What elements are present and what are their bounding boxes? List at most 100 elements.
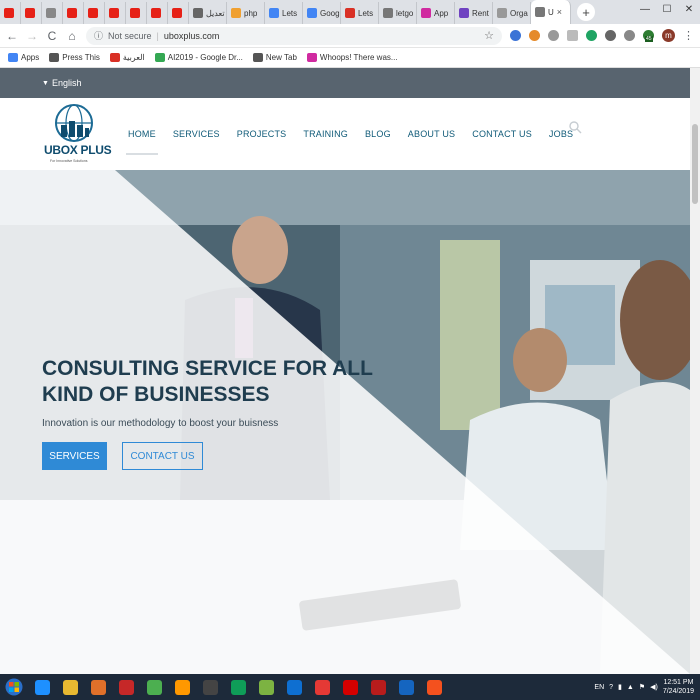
browser-tab[interactable]: U × xyxy=(531,0,571,24)
nav-item-about-us[interactable]: ABOUT US xyxy=(408,123,455,145)
taskbar-opera-button[interactable] xyxy=(336,675,364,699)
taskbar-chrome-button[interactable] xyxy=(140,675,168,699)
browser-tab[interactable] xyxy=(42,2,63,24)
extension-blue-icon[interactable] xyxy=(510,30,521,41)
url-text[interactable]: uboxplus.com xyxy=(164,31,220,41)
tab-close-icon[interactable]: × xyxy=(557,7,562,17)
extension-v-icon[interactable] xyxy=(548,30,559,41)
tab-favicon-icon xyxy=(25,8,35,18)
browser-tab[interactable] xyxy=(147,2,168,24)
system-tray: EN ? ▮ ▲ ⚑ ◀) 12:51 PM 7/24/2019 xyxy=(594,674,700,700)
forward-button[interactable]: → xyxy=(26,29,38,43)
bookmark-item[interactable]: Apps xyxy=(8,53,39,62)
logo-text: UBOX PLUS xyxy=(44,143,112,157)
taskbar-anydesk-button[interactable] xyxy=(308,675,336,699)
bookmark-item[interactable]: New Tab xyxy=(252,53,297,62)
taskbar-terminal-button[interactable] xyxy=(196,675,224,699)
services-button[interactable]: SERVICES xyxy=(42,442,107,470)
extension-green-icon[interactable] xyxy=(586,30,597,41)
bookmark-item[interactable]: Whoops! There was... xyxy=(306,53,398,62)
tab-favicon-icon xyxy=(535,7,545,17)
browser-tab[interactable] xyxy=(0,2,21,24)
extension-circle-icon[interactable] xyxy=(605,30,616,41)
extension-badge-icon[interactable]: 45 xyxy=(643,30,654,42)
back-button[interactable]: ← xyxy=(6,29,18,43)
taskbar-explorer-button[interactable] xyxy=(56,675,84,699)
tab-favicon-icon xyxy=(383,8,393,18)
scrollbar-thumb[interactable] xyxy=(692,124,698,204)
language-indicator[interactable]: EN xyxy=(594,684,604,691)
bookmark-item[interactable]: العربية xyxy=(109,53,145,62)
profile-avatar[interactable]: m xyxy=(662,29,675,42)
hero-subtitle: Innovation is our methodology to boost y… xyxy=(42,418,279,429)
contact-us-button[interactable]: CONTACT US xyxy=(122,442,203,470)
taskbar-android-button[interactable] xyxy=(252,675,280,699)
browser-tab[interactable]: letgo xyxy=(379,2,417,24)
maximize-button[interactable]: ☐ xyxy=(656,0,678,18)
extension-orange-icon[interactable] xyxy=(529,30,540,41)
browser-tab[interactable]: تعديل xyxy=(189,2,227,24)
help-icon[interactable]: ? xyxy=(609,684,613,691)
browser-tab[interactable] xyxy=(84,2,105,24)
tab-favicon-icon xyxy=(151,8,161,18)
taskbar-media-button[interactable] xyxy=(84,675,112,699)
minimize-button[interactable]: — xyxy=(634,0,656,18)
nav-item-home[interactable]: HOME xyxy=(126,123,158,155)
browser-tab[interactable]: Orga xyxy=(493,2,531,24)
taskbar-swift-button[interactable] xyxy=(420,675,448,699)
logo-tagline: For Innovative Solutions xyxy=(50,159,88,163)
browser-tab[interactable] xyxy=(21,2,42,24)
browser-tab[interactable] xyxy=(126,2,147,24)
nav-item-training[interactable]: TRAINING xyxy=(303,123,348,145)
site-logo[interactable]: UBOX PLUS For Innovative Solutions xyxy=(44,103,112,165)
bookmark-item[interactable]: Press This xyxy=(49,53,100,62)
flag-icon[interactable]: ⚑ xyxy=(639,683,645,691)
bookmark-label: Whoops! There was... xyxy=(319,53,398,62)
browser-tab[interactable] xyxy=(105,2,126,24)
extension-grid-icon[interactable] xyxy=(567,30,578,41)
system-clock[interactable]: 12:51 PM 7/24/2019 xyxy=(663,678,694,696)
bookmark-star-icon[interactable]: ☆ xyxy=(484,29,494,42)
page-scrollbar[interactable] xyxy=(690,68,700,674)
bookmark-favicon-icon xyxy=(154,53,165,62)
taskbar-zynga-button[interactable] xyxy=(112,675,140,699)
taskbar-ie-button[interactable] xyxy=(28,675,56,699)
browser-tab[interactable]: php xyxy=(227,2,265,24)
taskbar-hangouts-button[interactable] xyxy=(224,675,252,699)
tab-title: Rent xyxy=(472,8,489,18)
close-window-button[interactable]: ✕ xyxy=(678,0,700,18)
nav-item-contact-us[interactable]: CONTACT US xyxy=(472,123,532,145)
tray-expand-icon[interactable]: ▲ xyxy=(627,684,634,691)
hero-banner: CONSULTING SERVICE FOR ALL KIND OF BUSIN… xyxy=(0,170,690,674)
search-icon[interactable] xyxy=(568,120,582,134)
taskbar-filezilla-button[interactable] xyxy=(364,675,392,699)
browser-tab[interactable]: Rent xyxy=(455,2,493,24)
bookmark-item[interactable]: AI2019 - Google Dr... xyxy=(154,53,243,62)
network-icon[interactable]: ▮ xyxy=(618,683,622,691)
info-icon[interactable]: ⓘ xyxy=(94,29,103,42)
browser-tab[interactable]: Goog xyxy=(303,2,341,24)
main-nav: HOME SERVICES PROJECTS TRAINING BLOG ABOUT US… xyxy=(126,98,573,170)
language-selector[interactable]: English xyxy=(52,78,82,88)
nav-item-projects[interactable]: PROJECTS xyxy=(237,123,287,145)
home-button[interactable]: ⌂ xyxy=(66,29,78,43)
tab-title: U xyxy=(548,7,554,17)
new-tab-button[interactable]: + xyxy=(577,3,595,21)
nav-item-blog[interactable]: BLOG xyxy=(365,123,391,145)
start-button[interactable] xyxy=(0,674,28,700)
volume-icon[interactable]: ◀) xyxy=(650,683,658,691)
taskbar-teamviewer-button[interactable] xyxy=(280,675,308,699)
menu-icon[interactable]: ⋮ xyxy=(683,29,694,42)
browser-tab[interactable]: App xyxy=(417,2,455,24)
extension-shield-icon[interactable] xyxy=(624,30,635,41)
browser-tab[interactable] xyxy=(63,2,84,24)
browser-tab[interactable]: Lets xyxy=(341,2,379,24)
nav-item-services[interactable]: SERVICES xyxy=(173,123,220,145)
reload-button[interactable]: C xyxy=(46,29,58,43)
browser-tab[interactable] xyxy=(168,2,189,24)
browser-tab[interactable]: Lets xyxy=(265,2,303,24)
explorer-icon xyxy=(62,679,78,695)
taskbar-notepad-button[interactable] xyxy=(392,675,420,699)
taskbar-sublime-button[interactable] xyxy=(168,675,196,699)
omnibox[interactable]: ⓘ Not secure | uboxplus.com ☆ xyxy=(86,26,502,45)
